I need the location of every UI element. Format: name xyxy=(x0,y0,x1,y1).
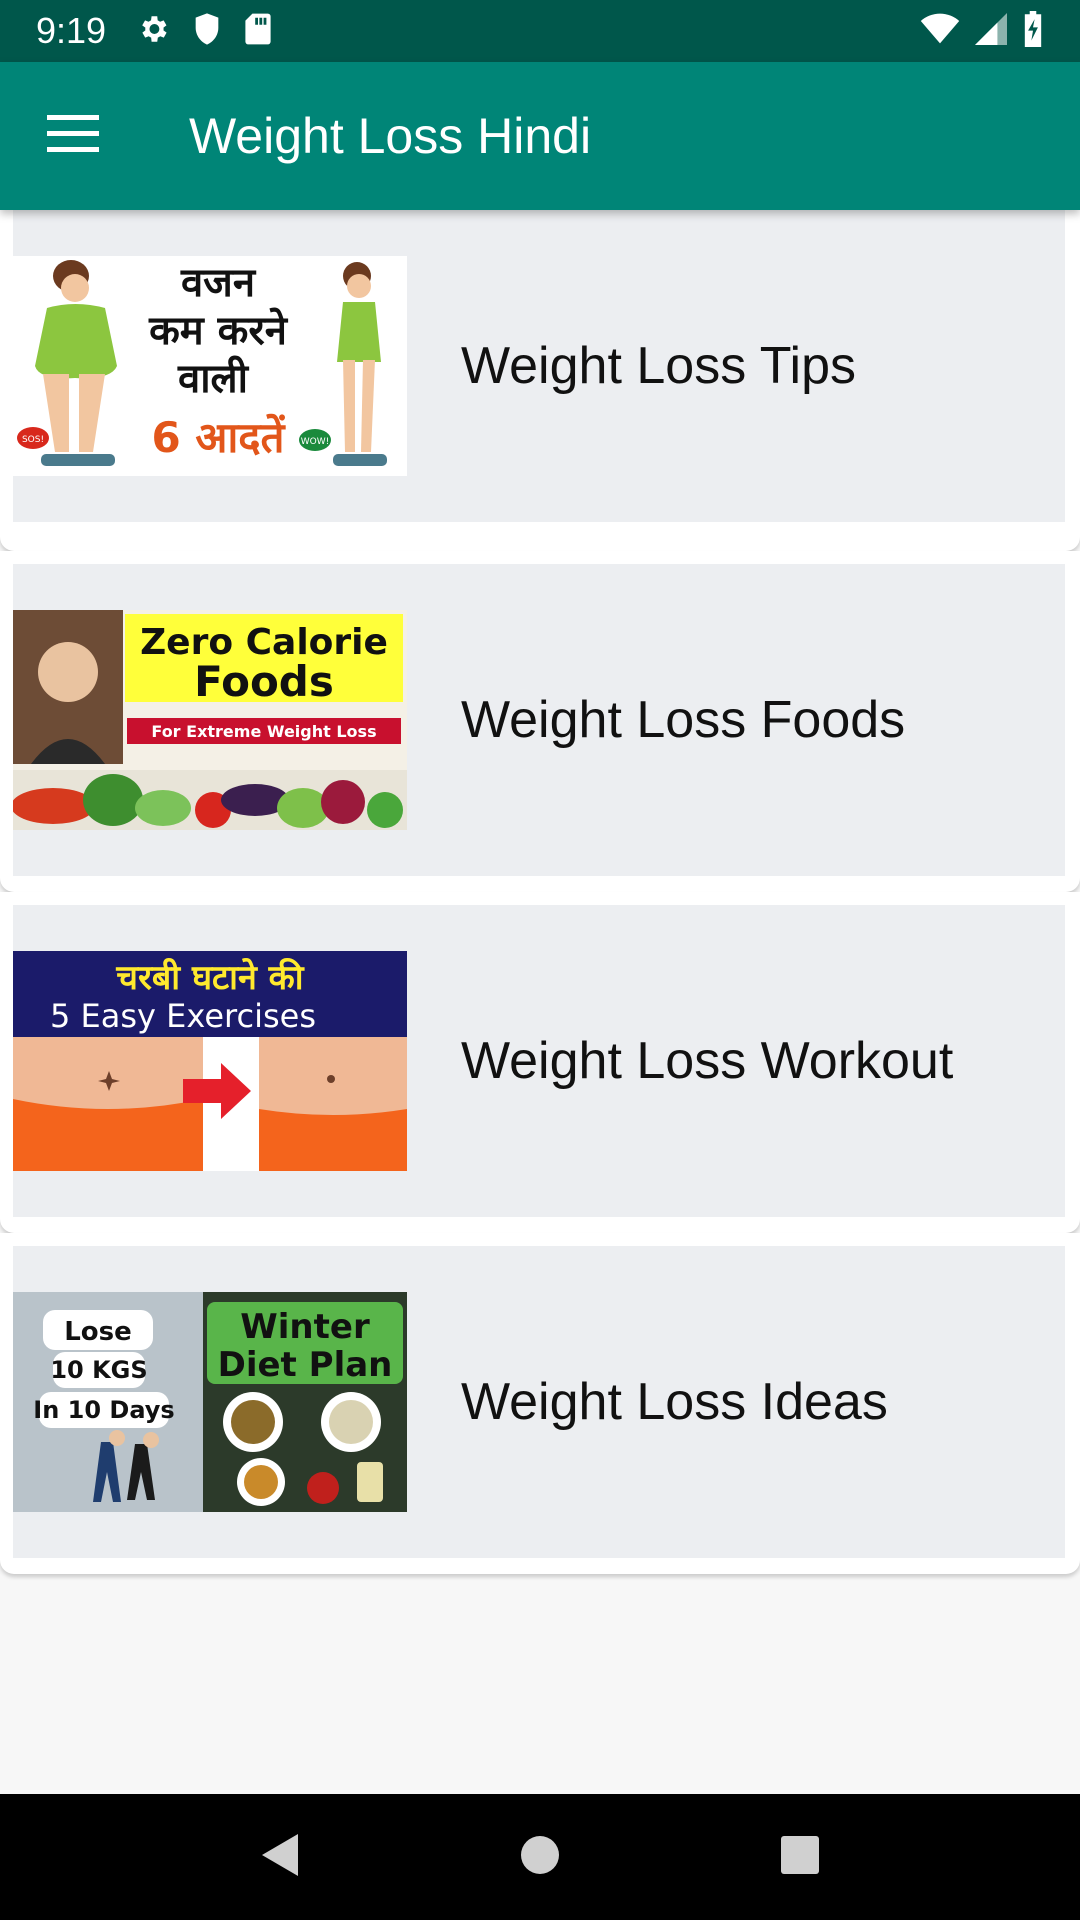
thumb-line-4: 6 आदतें xyxy=(151,413,286,462)
list-item-weight-loss-ideas[interactable]: Lose 10 KGS In 10 Days Winter Diet Plan xyxy=(0,1233,1080,1574)
category-list: SOS! WOW! वजन कम करने वाली 6 आदतें Weigh… xyxy=(0,210,1080,1574)
battery-charging-icon xyxy=(1022,10,1044,52)
home-icon xyxy=(520,1835,560,1880)
thumb-line-2: Foods xyxy=(194,657,334,706)
back-icon xyxy=(260,1832,300,1883)
status-icons-left xyxy=(136,12,272,51)
recents-button[interactable] xyxy=(780,1835,820,1880)
status-time: 9:19 xyxy=(36,10,107,51)
item-label: Weight Loss Workout xyxy=(461,1032,954,1090)
thumb-line-1: Lose xyxy=(64,1317,132,1347)
bubble-sos: SOS! xyxy=(22,435,44,445)
back-button[interactable] xyxy=(260,1832,300,1883)
app-title: Weight Loss Hindi xyxy=(189,108,592,164)
card-inner: SOS! WOW! वजन कम करने वाली 6 आदतें Weigh… xyxy=(13,210,1065,522)
card-inner: चरबी घटाने की 5 Easy Exercises Weight Lo… xyxy=(13,905,1065,1217)
recents-icon xyxy=(780,1835,820,1880)
shield-icon xyxy=(192,12,222,51)
wifi-icon xyxy=(920,13,960,50)
card-inner: Lose 10 KGS In 10 Days Winter Diet Plan xyxy=(13,1246,1065,1558)
list-item-weight-loss-tips[interactable]: SOS! WOW! वजन कम करने वाली 6 आदतें Weigh… xyxy=(0,210,1080,551)
navigation-bar xyxy=(0,1794,1080,1920)
thumbnail-weight-loss-workout: चरबी घटाने की 5 Easy Exercises xyxy=(13,951,407,1171)
item-label: Weight Loss Tips xyxy=(461,337,857,395)
thumb-line-2: कम करने xyxy=(148,307,289,354)
item-label: Weight Loss Foods xyxy=(461,691,906,749)
home-button[interactable] xyxy=(520,1835,560,1880)
sd-card-icon xyxy=(244,12,272,51)
thumb-line-4: Winter xyxy=(240,1307,370,1347)
thumb-line-3: For Extreme Weight Loss xyxy=(151,722,376,741)
thumb-line-2: 5 Easy Exercises xyxy=(50,997,316,1035)
thumb-line-1: वजन xyxy=(180,260,257,306)
list-item-weight-loss-workout[interactable]: चरबी घटाने की 5 Easy Exercises Weight Lo… xyxy=(0,892,1080,1233)
status-icons-right xyxy=(920,10,1044,52)
list-item-weight-loss-foods[interactable]: Zero Calorie Foods For Extreme Weight Lo… xyxy=(0,551,1080,892)
thumb-line-1: चरबी घटाने की xyxy=(115,957,304,998)
thumbnail-weight-loss-ideas: Lose 10 KGS In 10 Days Winter Diet Plan xyxy=(13,1292,407,1512)
thumb-line-3: वाली xyxy=(177,355,250,402)
bubble-wow: WOW! xyxy=(301,437,330,447)
hamburger-menu-icon xyxy=(47,114,99,158)
item-label: Weight Loss Ideas xyxy=(461,1373,888,1431)
thumb-line-2: 10 KGS xyxy=(50,1356,147,1384)
hamburger-menu-button[interactable] xyxy=(0,62,146,210)
signal-icon xyxy=(974,12,1008,50)
thumbnail-weight-loss-tips: SOS! WOW! वजन कम करने वाली 6 आदतें xyxy=(13,256,407,476)
app-bar: Weight Loss Hindi xyxy=(0,62,1080,210)
thumb-line-5: Diet Plan xyxy=(218,1345,393,1385)
thumb-line-3: In 10 Days xyxy=(33,1396,174,1424)
gear-icon xyxy=(136,12,170,51)
card-inner: Zero Calorie Foods For Extreme Weight Lo… xyxy=(13,564,1065,876)
status-bar: 9:19 xyxy=(0,0,1080,62)
thumbnail-weight-loss-foods: Zero Calorie Foods For Extreme Weight Lo… xyxy=(13,610,407,830)
